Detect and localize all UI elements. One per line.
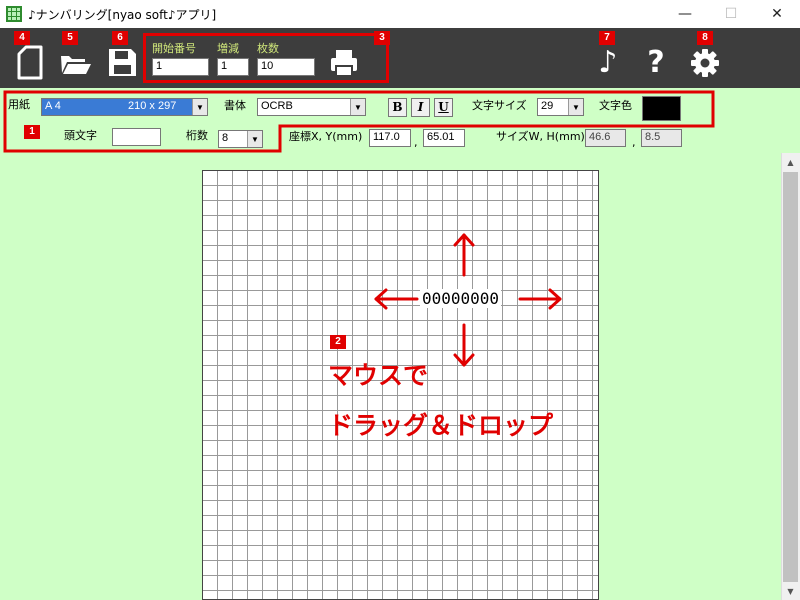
save-icon[interactable] <box>102 42 142 82</box>
badge-2: 2 <box>330 335 346 349</box>
maximize-button[interactable]: ☐ <box>708 0 754 28</box>
app-icon <box>6 6 22 22</box>
help-icon[interactable]: ? <box>640 44 672 82</box>
badge-7: 7 <box>599 31 615 45</box>
badge-1: 1 <box>24 125 40 139</box>
music-note-icon[interactable]: ♪ <box>593 45 623 81</box>
title-bar: ♪ナンバリング[nyao soft♪アプリ] — ☐ ✕ <box>0 0 800 28</box>
number-text-object[interactable]: 00000000 <box>420 289 502 308</box>
scrollbar-thumb[interactable] <box>783 172 798 582</box>
badge-4: 4 <box>14 31 30 45</box>
scroll-down-arrow[interactable]: ▼ <box>781 582 800 600</box>
toolbar: 開始番号 1 増減 1 枚数 10 ♪ ? 4 5 6 3 7 8 <box>0 28 800 88</box>
minimize-button[interactable]: — <box>662 0 708 28</box>
window-title: ♪ナンバリング[nyao soft♪アプリ] <box>28 8 217 22</box>
highlight-box-3 <box>143 33 389 83</box>
close-button[interactable]: ✕ <box>754 0 800 28</box>
highlight-box-1 <box>3 90 715 153</box>
instruction-line-2: ドラッグ＆ドロップ <box>328 411 554 440</box>
badge-3: 3 <box>374 31 390 45</box>
badge-6: 6 <box>112 31 128 45</box>
instruction-line-1: マウスで <box>328 361 429 390</box>
new-document-icon[interactable] <box>10 42 50 82</box>
scroll-up-arrow[interactable]: ▲ <box>781 153 800 171</box>
badge-8: 8 <box>697 31 713 45</box>
badge-5: 5 <box>62 31 78 45</box>
open-folder-icon[interactable] <box>56 42 96 82</box>
gear-icon[interactable] <box>688 46 722 80</box>
